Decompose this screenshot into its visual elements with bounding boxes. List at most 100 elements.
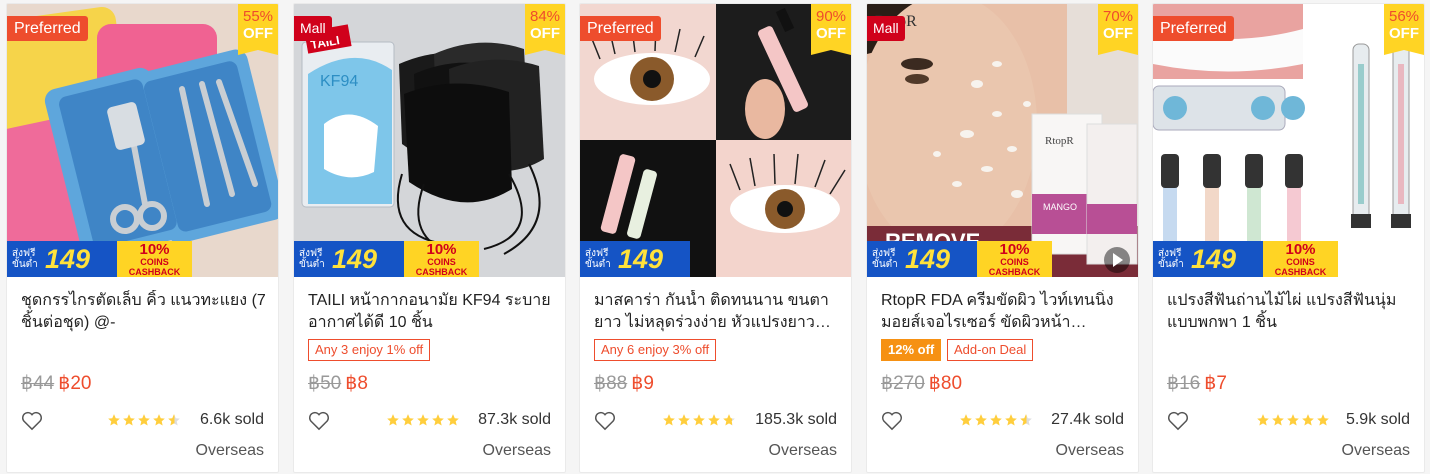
cashback-percent: 10% — [139, 240, 170, 258]
cashback-label: CASHBACK — [128, 266, 181, 277]
discount-off: OFF — [816, 25, 846, 42]
promo-banner: ส่งฟรี ขั้นต่ำ 149 10% COINS CASHBACK — [7, 241, 278, 277]
ship-location: Overseas — [768, 442, 837, 459]
ship-location: Overseas — [482, 442, 551, 459]
heart-icon[interactable] — [21, 411, 43, 431]
heart-icon[interactable] — [594, 411, 616, 431]
product-card[interactable]: Preferred 55% OFF ส่งฟรี ขั้นต่ำ 149 10% COI… — [6, 3, 279, 473]
discount-badge: 70% OFF — [1098, 4, 1138, 55]
free-ship-label: ส่งฟรี — [12, 248, 36, 259]
rating-stars — [662, 410, 737, 430]
cashback-banner: 10% COINS CASHBACK — [977, 241, 1052, 277]
star-icon — [678, 414, 690, 426]
cashback-percent: 10% — [999, 240, 1030, 258]
sale-price: ฿80 — [928, 373, 963, 394]
discount-off: OFF — [1103, 25, 1133, 42]
sale-price: ฿9 — [631, 373, 654, 394]
half-star-icon — [723, 414, 735, 426]
discount-percent: 70% — [1102, 8, 1134, 25]
ship-location: Overseas — [195, 442, 264, 459]
cashback-coins: COINS — [1000, 256, 1029, 267]
free-ship-banner: ส่งฟรี ขั้นต่ำ 149 — [7, 241, 117, 277]
original-price: ฿44 — [21, 373, 55, 394]
star-icon — [153, 414, 165, 426]
star-icon — [387, 414, 399, 426]
star-icon — [123, 414, 135, 426]
sale-price: ฿20 — [58, 373, 92, 394]
min-spend-amount: 149 — [332, 243, 378, 274]
cashback-coins: COINS — [140, 256, 169, 267]
free-ship-banner: ส่งฟรี ขั้นต่ำ 149 — [580, 241, 690, 277]
cashback-coins: COINS — [1286, 256, 1315, 267]
cashback-label: CASHBACK — [415, 266, 468, 277]
heart-icon[interactable] — [1167, 411, 1189, 431]
cashback-banner: 10% COINS CASHBACK — [117, 241, 192, 277]
cashback-banner: 10% COINS CASHBACK — [1263, 241, 1338, 277]
free-ship-label: ส่งฟรี — [1158, 248, 1182, 259]
price-block: ฿16 ฿7 — [1167, 373, 1227, 395]
product-title[interactable]: ชุดกรรไกรตัดเล็บ คิ้ว แนวทะแยง (7 ชิ้นต่… — [21, 290, 267, 334]
sale-price: ฿8 — [345, 373, 368, 394]
preferred-tag: Preferred — [7, 16, 88, 41]
mall-tag: Mall — [294, 16, 332, 41]
image-model-text: KF94 — [320, 73, 358, 90]
sale-price: ฿7 — [1204, 373, 1227, 394]
rating-stars — [107, 410, 182, 430]
product-card[interactable]: TAILI KF94 Mall 84% OFF ส่งฟรี ขั้นต่ำ 149 … — [293, 3, 566, 473]
min-spend-label: ขั้นต่ำ — [585, 259, 611, 270]
image-tube-flavor: MANGO — [1043, 202, 1077, 212]
discount-badge: 90% OFF — [811, 4, 851, 55]
product-card[interactable]: Preferred 90% OFF ส่งฟรี ขั้นต่ำ 149 มาสคาร… — [579, 3, 852, 473]
ship-location: Overseas — [1055, 442, 1124, 459]
product-title[interactable]: TAILI หน้ากากอนามัย KF94 ระบายอากาศได้ดี… — [308, 290, 554, 334]
heart-icon[interactable] — [308, 411, 330, 431]
preferred-tag: Preferred — [1153, 16, 1234, 41]
sold-count: 87.3k sold — [478, 411, 551, 428]
cashback-percent: 10% — [1285, 240, 1316, 258]
star-icon — [1272, 414, 1284, 426]
discount-badge: 56% OFF — [1384, 4, 1424, 55]
star-icon — [1005, 414, 1017, 426]
discount-label: 12% off — [881, 339, 942, 361]
original-price: ฿88 — [594, 373, 628, 394]
min-spend-amount: 149 — [618, 243, 664, 274]
sold-count: 5.9k sold — [1345, 411, 1410, 428]
sold-count: 185.3k sold — [755, 411, 837, 428]
image-tube-brand: RtopR — [1045, 135, 1074, 147]
sold-count: 27.4k sold — [1051, 411, 1124, 428]
promo-banner: ส่งฟรี ขั้นต่ำ 149 10% COINS CASHBACK — [294, 241, 565, 277]
product-card[interactable]: RtopR REMOVE RtopR MANGO Mall 70%OFF ส่ง… — [866, 3, 1139, 473]
min-spend-amount: 149 — [1191, 243, 1237, 274]
preferred-tag: Preferred — [580, 16, 661, 41]
product-title[interactable]: RtopR FDA ครีมขัดผิว ไวท์เทนนิ่ง มอยส์เจ… — [881, 290, 1127, 334]
cashback-label: CASHBACK — [1274, 266, 1327, 277]
bundle-deal-label: Any 6 enjoy 3% off — [594, 339, 717, 361]
sold-count: 6.6k sold — [199, 411, 264, 428]
product-card[interactable]: Preferred 56% OFF ส่งฟรี ขั้นต่ำ 149 10% COI… — [1152, 3, 1425, 473]
bundle-deal-label: Any 3 enjoy 1% off — [308, 339, 431, 361]
discount-percent: 56% — [1388, 8, 1420, 25]
ship-location: Overseas — [1341, 442, 1410, 459]
original-price: ฿270 — [881, 373, 925, 394]
discount-off: OFF — [243, 25, 273, 42]
star-icon — [417, 414, 429, 426]
star-icon — [1287, 414, 1299, 426]
product-title[interactable]: แปรงสีฟันถ่านไม้ไผ่ แปรงสีฟันนุ่ม แบบพกพ… — [1167, 290, 1413, 334]
price-block: ฿88 ฿9 — [594, 373, 654, 395]
add-on-deal-label: Add-on Deal — [947, 339, 1034, 361]
star-icon — [108, 414, 120, 426]
original-price: ฿50 — [308, 373, 342, 394]
rating-stars — [386, 410, 461, 430]
star-icon — [990, 414, 1002, 426]
rating-stars — [959, 410, 1034, 430]
free-ship-label: ส่งฟรี — [872, 248, 896, 259]
promo-banner: ส่งฟรี ขั้นต่ำ 149 — [580, 241, 851, 277]
heart-icon[interactable] — [881, 411, 903, 431]
star-icon — [447, 414, 459, 426]
star-icon — [960, 414, 972, 426]
star-icon — [1302, 414, 1314, 426]
free-ship-banner: ส่งฟรี ขั้นต่ำ 149 — [1153, 241, 1263, 277]
product-title[interactable]: มาสคาร่า กันน้ำ ติดทนนาน ขนตายาว ไม่หลุด… — [594, 290, 840, 334]
star-icon — [432, 414, 444, 426]
free-ship-label: ส่งฟรี — [585, 248, 609, 259]
